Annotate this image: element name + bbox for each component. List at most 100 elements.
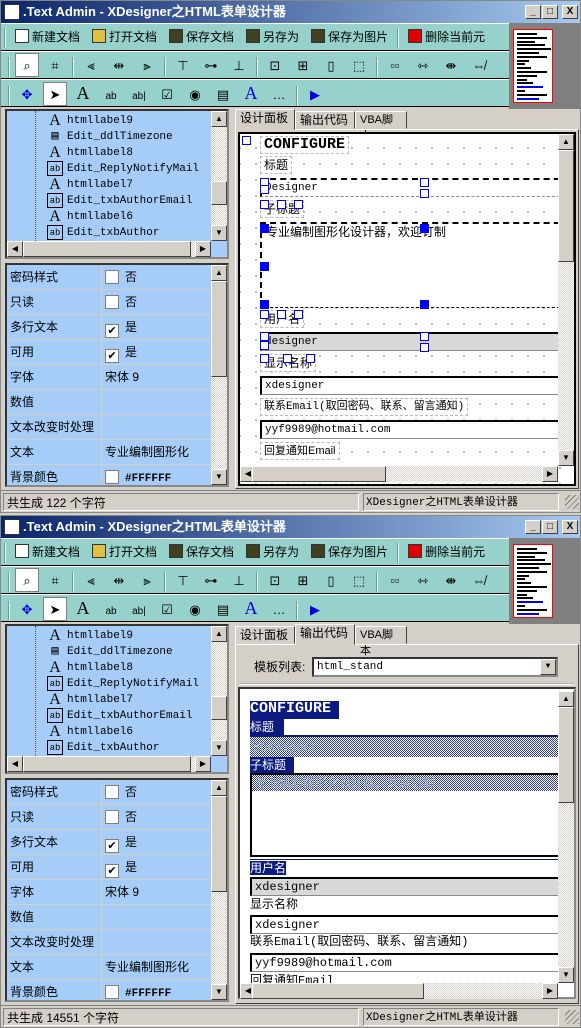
align-middle-icon[interactable]: ⊶ [199,569,223,593]
scroll-down-button[interactable]: ▼ [558,450,574,466]
resize-handle[interactable] [260,354,269,363]
tree-item[interactable]: ab Edit_txbAuthor [47,740,159,756]
align-left-icon[interactable]: ⫷ [79,54,103,78]
space-horizontal-icon[interactable]: ▫▫ [383,569,407,593]
tree-item[interactable]: ab Edit_txbAuthorEmail [47,193,192,209]
property-checkbox[interactable] [105,785,119,799]
align-center-icon[interactable]: ⇹ [107,569,131,593]
vertical-scrollbar[interactable]: ▲ ▼ [558,134,574,466]
close-button[interactable]: X [562,520,578,534]
resize-handle[interactable] [420,224,429,233]
pointer-icon[interactable]: ➤ [43,597,67,621]
space-horizontal-icon[interactable]: ▫▫ [383,54,407,78]
property-row[interactable]: 密码样式 否 [7,780,212,805]
property-row[interactable]: 文本 专业编制图形化 [7,955,212,980]
textbox-tool-icon[interactable]: ab [99,600,123,621]
property-value[interactable]: 否 [101,780,212,804]
toolbar-button[interactable]: 新建文档 [9,24,86,50]
same-height-icon[interactable]: ▯ [319,569,343,593]
remove-spacing-icon[interactable]: ⇎ [467,569,491,593]
resize-grip-icon[interactable] [565,495,579,509]
zoom-icon[interactable]: ⌕ [15,568,39,592]
checkbox-tool-icon[interactable]: ☑ [155,598,179,621]
scroll-thumb[interactable] [211,796,227,892]
property-row[interactable]: 背景颜色 #FFFFFF [7,980,212,1000]
grid-snap-icon[interactable]: ⌗ [43,54,67,78]
same-height-icon[interactable]: ▯ [319,54,343,78]
grid-snap-icon[interactable]: ⌗ [43,569,67,593]
zoom-icon[interactable]: ⌕ [15,53,39,77]
property-row[interactable]: 文本 专业编制图形化 [7,440,212,465]
resize-handle[interactable] [283,354,292,363]
property-value[interactable]: 宋体 9 [101,880,212,904]
dropdown-arrow-icon[interactable]: ▼ [540,659,556,675]
resize-handle[interactable] [420,332,429,341]
scroll-thumb[interactable] [558,150,574,262]
property-value[interactable]: 否 [101,290,212,314]
tree-item[interactable]: Ahtmllabel9 [47,628,133,644]
property-value[interactable]: 否 [101,265,212,289]
center-horizontal-icon[interactable]: ⊡ [263,569,287,593]
property-value[interactable] [101,905,212,929]
toolbar-button[interactable]: 保存文档 [163,539,240,565]
horizontal-scrollbar[interactable]: ◀ ▶ [240,466,558,482]
label-tool-icon[interactable]: A [71,81,95,105]
align-top-icon[interactable]: ⊤ [171,54,195,78]
align-top-icon[interactable]: ⊤ [171,569,195,593]
property-value[interactable] [101,930,212,954]
property-row[interactable]: 字体 宋体 9 [7,365,212,390]
align-bottom-icon[interactable]: ⊥ [227,569,251,593]
scroll-down-button[interactable]: ▼ [211,740,227,756]
property-row[interactable]: 文本改变时处理 [7,415,212,440]
scroll-left-button[interactable]: ◀ [7,241,23,257]
textbox-tool-icon[interactable]: ab [99,85,123,106]
tree-item[interactable]: Ahtmllabel9 [47,113,133,129]
horizontal-scrollbar[interactable]: ◀ ▶ [7,756,211,772]
property-row[interactable]: 只读 否 [7,290,212,315]
property-row[interactable]: 密码样式 否 [7,265,212,290]
property-row[interactable]: 可用 ✔ 是 [7,340,212,365]
property-row[interactable]: 多行文本 ✔ 是 [7,315,212,340]
resize-handle[interactable] [420,343,429,352]
resize-handle[interactable] [420,300,429,309]
resize-handle[interactable] [420,178,429,187]
scroll-thumb[interactable] [211,181,227,205]
resize-handle[interactable] [260,341,269,350]
tab-design[interactable]: 设计面板 [235,626,295,644]
resize-handle[interactable] [277,310,286,319]
align-right-icon[interactable]: ⫸ [135,54,159,78]
property-value[interactable]: ✔ 是 [101,830,212,854]
property-value[interactable]: 宋体 9 [101,365,212,389]
resize-handle[interactable] [306,354,315,363]
tab-output[interactable]: 输出代码 [295,111,355,129]
align-bottom-icon[interactable]: ⊥ [227,54,251,78]
toolbar-button[interactable]: 打开文档 [86,24,163,50]
remove-spacing-icon[interactable]: ⇎ [467,54,491,78]
move-icon[interactable]: ✥ [15,83,39,106]
tree-item[interactable]: ab Edit_ReplyNotifyMail [47,676,199,692]
property-checkbox[interactable]: ✔ [105,839,119,853]
horizontal-scrollbar[interactable]: ◀ ▶ [240,983,558,999]
scroll-up-button[interactable]: ▲ [211,780,227,796]
scroll-down-button[interactable]: ▼ [211,984,227,1000]
property-row[interactable]: 字体 宋体 9 [7,880,212,905]
resize-handle[interactable] [294,310,303,319]
property-value[interactable]: 专业编制图形化 [101,955,212,979]
output-preview[interactable]: CONFIGURE 标题 XDesigner 子标题 专业编制图形化设计器，欢迎订制 用户… [238,687,576,999]
toolbar-button[interactable]: 删除当前元 [402,539,491,565]
property-row[interactable]: 只读 否 [7,805,212,830]
toolbar-button[interactable]: 保存为图片 [305,24,394,50]
property-value[interactable]: ✔ 是 [101,315,212,339]
scroll-up-button[interactable]: ▲ [211,626,227,642]
center-horizontal-icon[interactable]: ⊡ [263,54,287,78]
link-tool-icon[interactable]: A [239,596,263,620]
property-row[interactable]: 数值 [7,390,212,415]
property-row[interactable]: 数值 [7,905,212,930]
color-swatch[interactable] [105,985,119,999]
align-middle-icon[interactable]: ⊶ [199,54,223,78]
select-tool-icon[interactable]: ▤ [211,598,235,621]
increase-spacing-icon[interactable]: ⇿ [411,54,435,78]
vertical-scrollbar[interactable]: ▲ ▼ [211,626,227,756]
tab-design[interactable]: 设计面板 [235,109,295,130]
property-row[interactable]: 可用 ✔ 是 [7,855,212,880]
